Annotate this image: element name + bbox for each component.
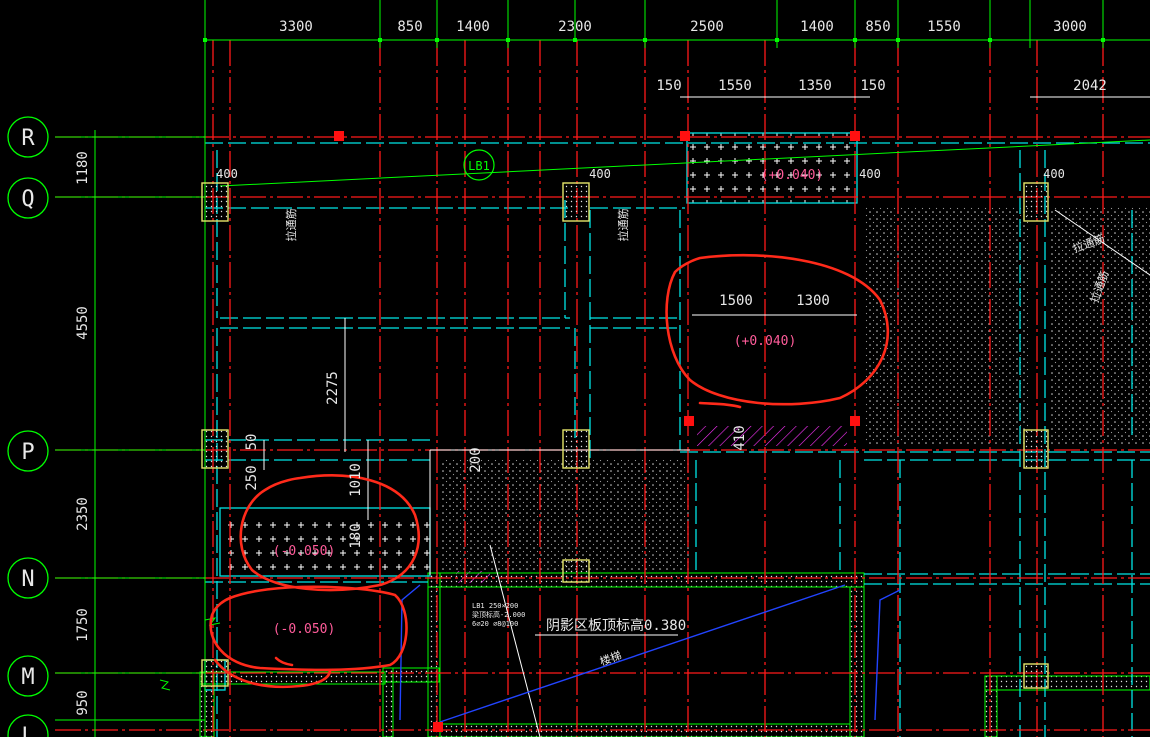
column: [1023, 663, 1049, 689]
inner-dim-label: 180: [348, 523, 364, 548]
grid-label-m: M: [21, 665, 34, 690]
top-dim-label: 1550: [927, 19, 961, 35]
left-dim-label: 4550: [75, 306, 91, 340]
beam-label: LB1: [468, 159, 490, 173]
top-dim-label: 2500: [690, 19, 724, 35]
grid-label-p: P: [21, 440, 34, 465]
column-size-label: 400: [589, 167, 611, 181]
slab-elevation-left-lower: (-0.050): [273, 622, 336, 637]
beam-spec-line-3: 6⌀20 ⌀8@100: [472, 620, 518, 628]
rebar-label: 拉通筋: [284, 209, 298, 242]
grid-label-l: L: [21, 724, 34, 737]
inner-dim-label: 410: [732, 425, 748, 450]
top-dim-label: 850: [865, 19, 890, 35]
grid-label-q: Q: [21, 187, 34, 212]
wall-right-low: [984, 675, 998, 737]
left-dim-label: 1750: [75, 608, 91, 642]
beam-spec-line-1: LB1 250×200: [472, 602, 518, 610]
inner-dim-label: 1010: [348, 463, 364, 497]
column: [1023, 429, 1049, 469]
grid-label-n: N: [21, 567, 34, 592]
inner-dim-label: 2275: [325, 371, 341, 405]
second-dim-label: 150: [860, 78, 885, 94]
inner-dim-label: 250: [244, 465, 260, 490]
second-dim-label: 1550: [718, 78, 752, 94]
slab-elevation-right: (+0.040): [734, 334, 797, 349]
top-dim-label: 3000: [1053, 19, 1087, 35]
inner-dim-label: 200: [468, 447, 484, 472]
column: [201, 659, 229, 687]
column-size-label: 400: [859, 167, 881, 181]
top-dim-label: 1400: [800, 19, 834, 35]
top-dim-label: 850: [397, 19, 422, 35]
column: [562, 429, 590, 469]
hatch-magenta-strip: [697, 426, 847, 446]
wall-bottom-right: [984, 675, 1150, 691]
wall-left: [427, 572, 441, 737]
beam-spec-line-2: 梁顶标高-2.000: [472, 610, 525, 619]
column-size-label: 400: [1043, 167, 1065, 181]
slab-elevation-left-hatched: (-0.050): [273, 544, 336, 559]
inner-dim-label: 1300: [796, 293, 830, 309]
top-dim-label: 3300: [279, 19, 313, 35]
column: [1023, 182, 1049, 222]
inner-dim-label: 50: [244, 434, 260, 451]
wall-top: [427, 572, 865, 588]
rebar-label: 拉通筋: [616, 209, 630, 242]
left-dim-label: 1180: [75, 151, 91, 185]
second-dim-label: 150: [656, 78, 681, 94]
left-dim-label: 950: [75, 690, 91, 715]
slab-elevation-top: (+0.040): [761, 168, 824, 183]
second-dim-label: 2042: [1073, 78, 1107, 94]
column-size-label: 400: [216, 167, 238, 181]
second-dim-label: 1350: [798, 78, 832, 94]
top-dim-label: 2300: [558, 19, 592, 35]
column: [201, 429, 229, 469]
slab-hatch-center: [440, 460, 690, 572]
wall-right: [849, 586, 865, 737]
left-dim-label: 2350: [75, 497, 91, 531]
column: [562, 182, 590, 222]
stair-top-elevation-note: 阴影区板顶标高0.380: [546, 617, 686, 634]
grid-label-r: R: [21, 126, 35, 151]
top-dim-label: 1400: [456, 19, 490, 35]
inner-dim-label: 1500: [719, 293, 753, 309]
cad-drawing-canvas[interactable]: 3300 850 1400 2300 2500 1400 850 1550 30…: [0, 0, 1150, 737]
column: [201, 182, 229, 222]
column: [562, 559, 590, 583]
